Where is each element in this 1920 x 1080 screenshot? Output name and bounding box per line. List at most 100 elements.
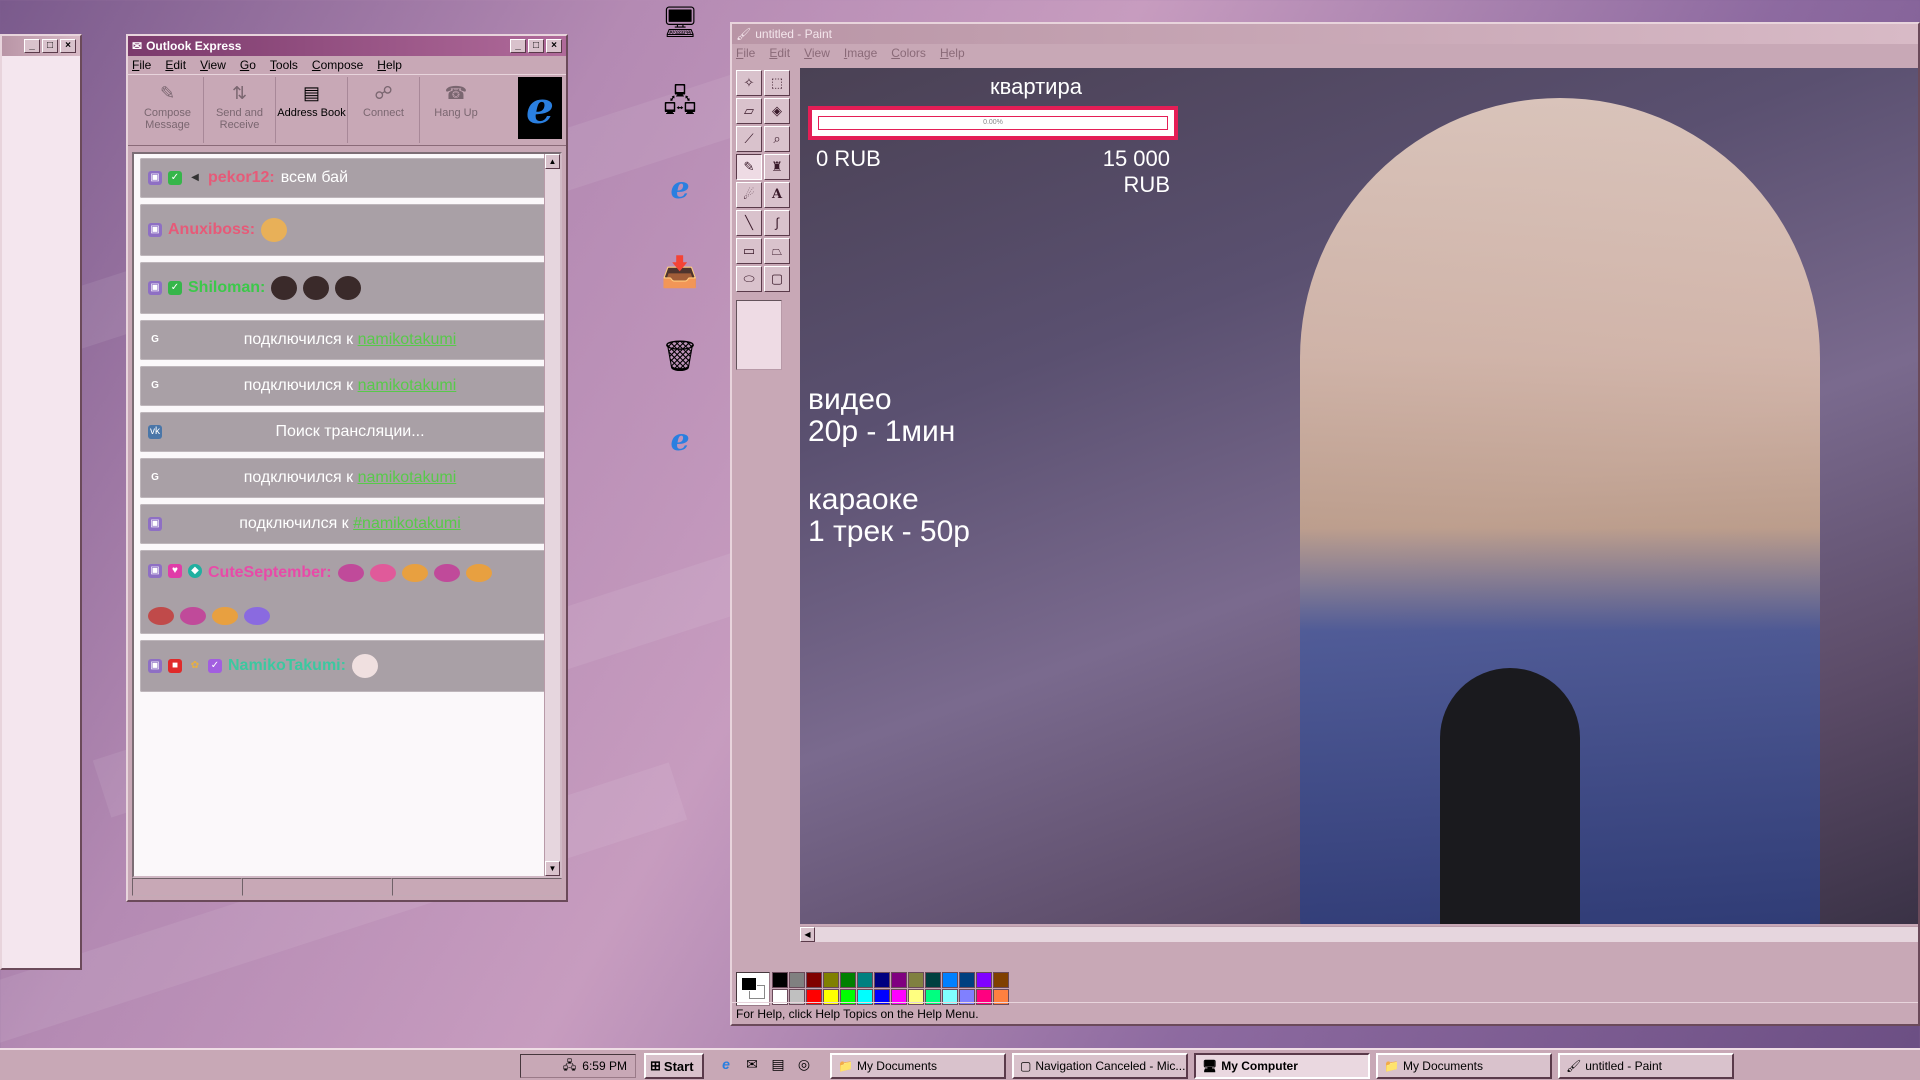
menu-view[interactable]: View [200,58,226,72]
network-tray-icon[interactable]: 🖧 [563,1056,576,1077]
chat-panel[interactable]: ▣ ✓ ◀ pekor12: всем бай ▣ Anuxiboss: ▣ ✓… [132,152,562,878]
menu-file[interactable]: File [736,46,755,60]
address-book-button[interactable]: ▤ Address Book [276,77,348,143]
palette-swatch[interactable] [840,972,856,988]
karaoke-price: караоке 1 трек - 50р [808,483,970,548]
pencil-icon[interactable]: ✎ [736,154,762,180]
menu-help[interactable]: Help [377,58,402,72]
hang-up-button[interactable]: ☎ Hang Up [420,77,492,143]
palette-swatch[interactable] [959,972,975,988]
current-colors[interactable] [736,972,770,1006]
windows-logo-icon: ⊞ [650,1058,661,1073]
minimize-button[interactable]: _ [510,39,526,53]
system-tray: 🖧 6:59 PM [520,1054,636,1078]
quicklaunch-channels-icon[interactable]: ◎ [794,1056,814,1076]
my-computer-desktop-icon[interactable]: 🖥 [660,2,700,42]
palette-swatch[interactable] [772,972,788,988]
palette-swatch[interactable] [993,972,1009,988]
twitch-icon: ▣ [148,171,162,185]
palette-swatch[interactable] [789,972,805,988]
channel-link[interactable]: namikotakumi [358,469,457,486]
airbrush-icon[interactable]: ☄ [736,182,762,208]
recycle-bin-desktop-icon[interactable]: 🗑 [660,336,700,376]
menu-go[interactable]: Go [240,58,256,72]
task-my-documents[interactable]: 📁 My Documents [830,1053,1006,1079]
curve-icon[interactable]: ∫ [764,210,790,236]
rectangle-icon[interactable]: ▭ [736,238,762,264]
polygon-icon[interactable]: ⏢ [764,238,790,264]
background-window-titlebar[interactable]: _ □ × [2,36,80,56]
color-picker-icon[interactable]: ⟋ [736,126,762,152]
paint-canvas[interactable]: квартира 0.00% 0 RUB 15 000 RUB видео 20… [800,68,1918,924]
free-select-icon[interactable]: ✧ [736,70,762,96]
channel-link[interactable]: #namikotakumi [353,515,461,532]
internet-explorer-desktop-icon[interactable]: e [660,168,700,208]
clock[interactable]: 6:59 PM [582,1059,627,1073]
send-receive-button[interactable]: ⇅ Send and Receive [204,77,276,143]
lips-emote-icon [401,564,428,582]
task-paint[interactable]: 🖌 untitled - Paint [1558,1053,1734,1079]
tool-options-box[interactable] [736,300,782,370]
minimize-button[interactable]: _ [24,39,40,53]
outlook-titlebar[interactable]: ✉ Outlook Express _ □ × [128,36,566,56]
canvas-hscrollbar[interactable]: ◀ [800,926,1918,942]
start-button[interactable]: ⊞ Start [644,1053,704,1079]
task-my-documents-2[interactable]: 📁 My Documents [1376,1053,1552,1079]
palette-swatch[interactable] [925,972,941,988]
task-navigation-canceled[interactable]: ▢ Navigation Canceled - Mic... [1012,1053,1188,1079]
menu-tools[interactable]: Tools [270,58,298,72]
close-button[interactable]: × [546,39,562,53]
maximize-button[interactable]: □ [528,39,544,53]
menu-image[interactable]: Image [844,46,877,60]
quicklaunch-ie-icon[interactable]: e [716,1056,736,1076]
line-icon[interactable]: ╲ [736,210,762,236]
internet-setup-desktop-icon[interactable]: e [660,420,700,460]
lips-emote-icon [465,564,492,582]
quicklaunch-desktop-icon[interactable]: ▤ [768,1056,788,1076]
quicklaunch-outlook-icon[interactable]: ✉ [742,1056,762,1076]
channel-link[interactable]: namikotakumi [358,377,457,394]
brush-icon[interactable]: ♜ [764,154,790,180]
menu-view[interactable]: View [804,46,830,60]
paint-titlebar[interactable]: 🖌 untitled - Paint [732,24,1918,44]
text-icon[interactable]: A [764,182,790,208]
chat-scrollbar[interactable]: ▲ ▼ [544,154,560,876]
palette-swatch[interactable] [823,972,839,988]
eraser-icon[interactable]: ▱ [736,98,762,124]
menu-compose[interactable]: Compose [312,58,363,72]
girl-emote-icon [335,276,362,300]
rect-select-icon[interactable]: ⬚ [764,70,790,96]
chat-system-message: G подключился к namikotakumi [140,458,550,498]
palette-swatch[interactable] [976,972,992,988]
goodgame-icon: G [151,334,159,345]
rounded-rect-icon[interactable]: ▢ [764,266,790,292]
paint-toolbox: ✧ ⬚ ▱ ◈ ⟋ ⌕ ✎ ♜ ☄ A ╲ ∫ ▭ ⏢ ⬭ ▢ [736,70,792,370]
palette-swatch[interactable] [874,972,890,988]
lips-emote-icon [148,606,174,625]
ellipse-icon[interactable]: ⬭ [736,266,762,292]
inbox-desktop-icon[interactable]: 📥 [660,252,700,292]
task-my-computer[interactable]: 🖥 My Computer [1194,1053,1370,1079]
compose-message-button[interactable]: ✎ Compose Message [132,77,204,143]
menu-colors[interactable]: Colors [891,46,926,60]
palette-swatch[interactable] [857,972,873,988]
menu-edit[interactable]: Edit [165,58,186,72]
palette-swatch[interactable] [942,972,958,988]
fill-icon[interactable]: ◈ [764,98,790,124]
palette-swatch[interactable] [908,972,924,988]
scroll-up-icon[interactable]: ▲ [545,154,560,169]
connect-button[interactable]: ☍ Connect [348,77,420,143]
menu-help[interactable]: Help [940,46,965,60]
menu-file[interactable]: File [132,58,151,72]
menu-edit[interactable]: Edit [769,46,790,60]
magnifier-icon[interactable]: ⌕ [764,126,790,152]
palette-swatch[interactable] [891,972,907,988]
scroll-left-icon[interactable]: ◀ [800,927,815,942]
scroll-down-icon[interactable]: ▼ [545,861,560,876]
close-button[interactable]: × [60,39,76,53]
palette-swatch[interactable] [806,972,822,988]
channel-link[interactable]: namikotakumi [358,331,457,348]
network-neighborhood-desktop-icon[interactable]: 🖧 [660,84,700,124]
maximize-button[interactable]: □ [42,39,58,53]
chat-nick: Anuxiboss: [168,221,256,238]
